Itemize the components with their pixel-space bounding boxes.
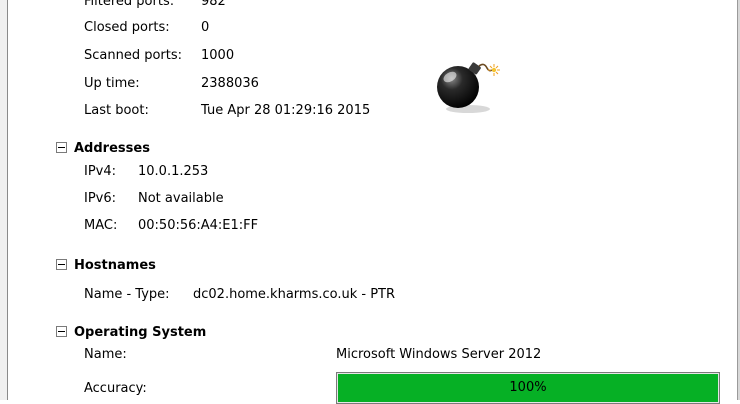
up-time-value: 2388036 <box>201 76 259 91</box>
hostnames-section-header[interactable]: Hostnames <box>56 258 156 274</box>
filtered-ports-label: Filtered ports: <box>84 0 175 9</box>
hostname-type-value: dc02.home.kharms.co.uk - PTR <box>193 287 396 302</box>
scanned-ports-label: Scanned ports: <box>84 48 183 63</box>
os-accuracy-label: Accuracy: <box>84 381 147 396</box>
os-name-value: Microsoft Windows Server 2012 <box>336 347 542 362</box>
window-left-border <box>0 0 8 400</box>
last-boot-label: Last boot: <box>84 103 149 118</box>
scanned-ports-value: 1000 <box>201 48 235 63</box>
collapse-minus-icon[interactable] <box>56 259 67 270</box>
accuracy-progress-text: 100% <box>509 380 547 395</box>
addresses-section-header[interactable]: Addresses <box>56 141 150 157</box>
last-boot-value: Tue Apr 28 01:29:16 2015 <box>201 103 371 118</box>
ipv6-label: IPv6: <box>84 191 117 206</box>
ipv6-value: Not available <box>138 191 224 206</box>
os-name-label: Name: <box>84 347 127 362</box>
closed-ports-value: 0 <box>201 20 210 35</box>
operating-system-section-header[interactable]: Operating System <box>56 325 206 341</box>
ipv4-label: IPv4: <box>84 164 117 179</box>
up-time-label: Up time: <box>84 76 140 91</box>
accuracy-progress-bar: 100% <box>336 372 720 404</box>
closed-ports-label: Closed ports: <box>84 20 170 35</box>
bomb-icon <box>437 62 500 113</box>
collapse-minus-icon[interactable] <box>56 326 67 337</box>
addresses-title: Addresses <box>74 141 150 156</box>
mac-label: MAC: <box>84 218 118 233</box>
mac-value: 00:50:56:A4:E1:FF <box>138 218 259 233</box>
filtered-ports-value: 982 <box>201 0 226 9</box>
operating-system-title: Operating System <box>74 325 207 340</box>
collapse-minus-icon[interactable] <box>56 142 67 153</box>
ipv4-value: 10.0.1.253 <box>138 164 209 179</box>
hostname-type-label: Name - Type: <box>84 287 170 302</box>
hostnames-title: Hostnames <box>74 258 156 273</box>
